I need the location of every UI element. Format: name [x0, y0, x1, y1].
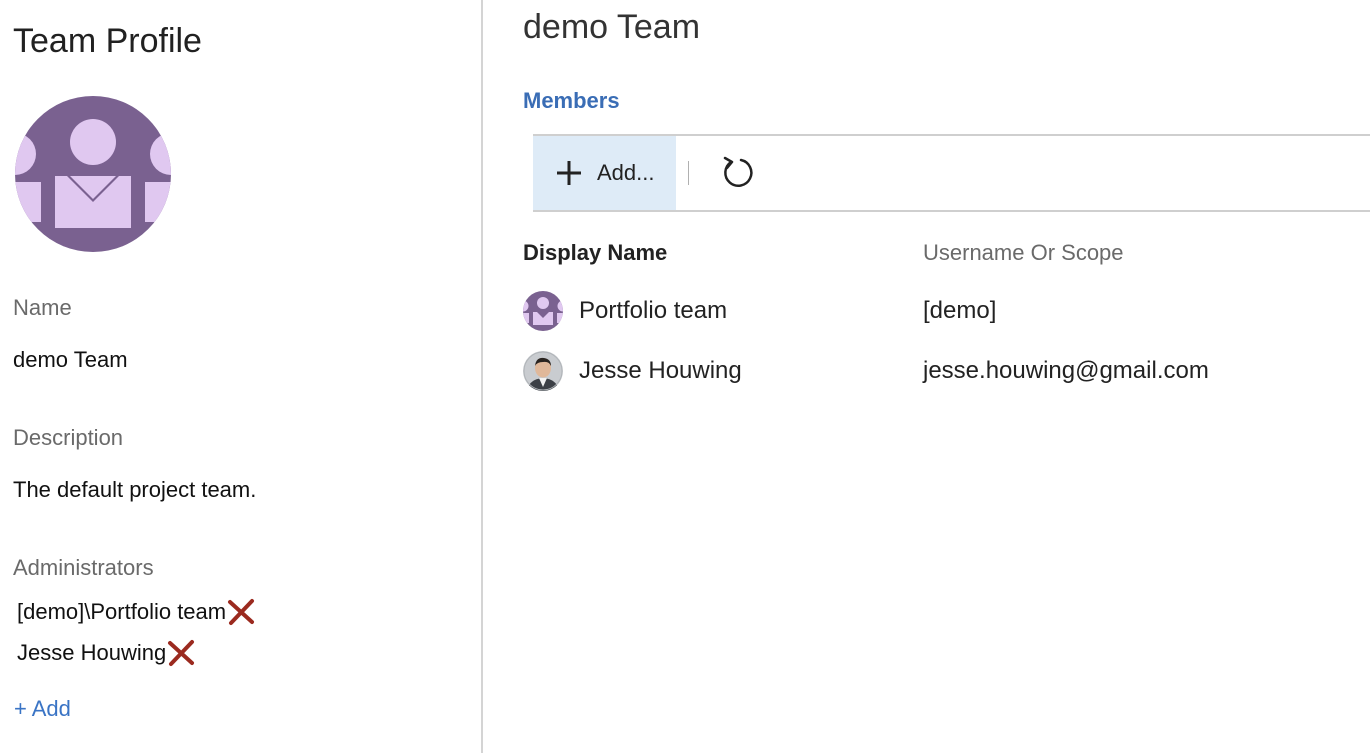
refresh-icon[interactable]: [719, 154, 757, 192]
tab-members[interactable]: Members: [523, 88, 620, 114]
member-display-name: Portfolio team: [579, 297, 728, 324]
toolbar-separator: [688, 161, 689, 185]
administrator-item: Jesse Houwing: [17, 639, 196, 667]
members-toolbar: Add...: [533, 134, 1370, 212]
administrators-label: Administrators: [13, 555, 154, 580]
panel-divider: [481, 0, 483, 753]
team-name-heading: demo Team: [523, 8, 701, 46]
add-member-button[interactable]: Add...: [533, 136, 676, 210]
member-username: [demo]: [923, 297, 997, 324]
add-administrator-link[interactable]: + Add: [14, 696, 71, 722]
column-header-display-name[interactable]: Display Name: [523, 240, 667, 266]
page-title: Team Profile: [13, 22, 202, 60]
name-value: demo Team: [13, 347, 128, 372]
plus-icon: [557, 161, 581, 185]
administrator-item: [demo]\Portfolio team: [17, 598, 256, 626]
team-avatar-icon: [523, 291, 563, 331]
add-member-label: Add...: [597, 160, 655, 185]
member-username: jesse.houwing@gmail.com: [923, 357, 1209, 384]
administrator-name: [demo]\Portfolio team: [17, 599, 227, 624]
name-label: Name: [13, 295, 72, 320]
team-profile-panel: Team Profile Name demo Team Description …: [0, 0, 481, 753]
table-row[interactable]: Jesse Houwing jesse.houwing@gmail.com: [523, 349, 1370, 393]
member-display-name: Jesse Houwing: [579, 357, 742, 384]
administrator-name: Jesse Houwing: [17, 640, 167, 665]
remove-x-icon[interactable]: [226, 598, 256, 626]
table-row[interactable]: Portfolio team [demo]: [523, 289, 1370, 333]
remove-x-icon[interactable]: [166, 639, 196, 667]
description-label: Description: [13, 425, 124, 450]
description-value: The default project team.: [13, 477, 257, 502]
team-avatar-icon: [15, 96, 171, 252]
column-header-username[interactable]: Username Or Scope: [923, 240, 1124, 266]
user-photo-avatar: [523, 351, 563, 391]
